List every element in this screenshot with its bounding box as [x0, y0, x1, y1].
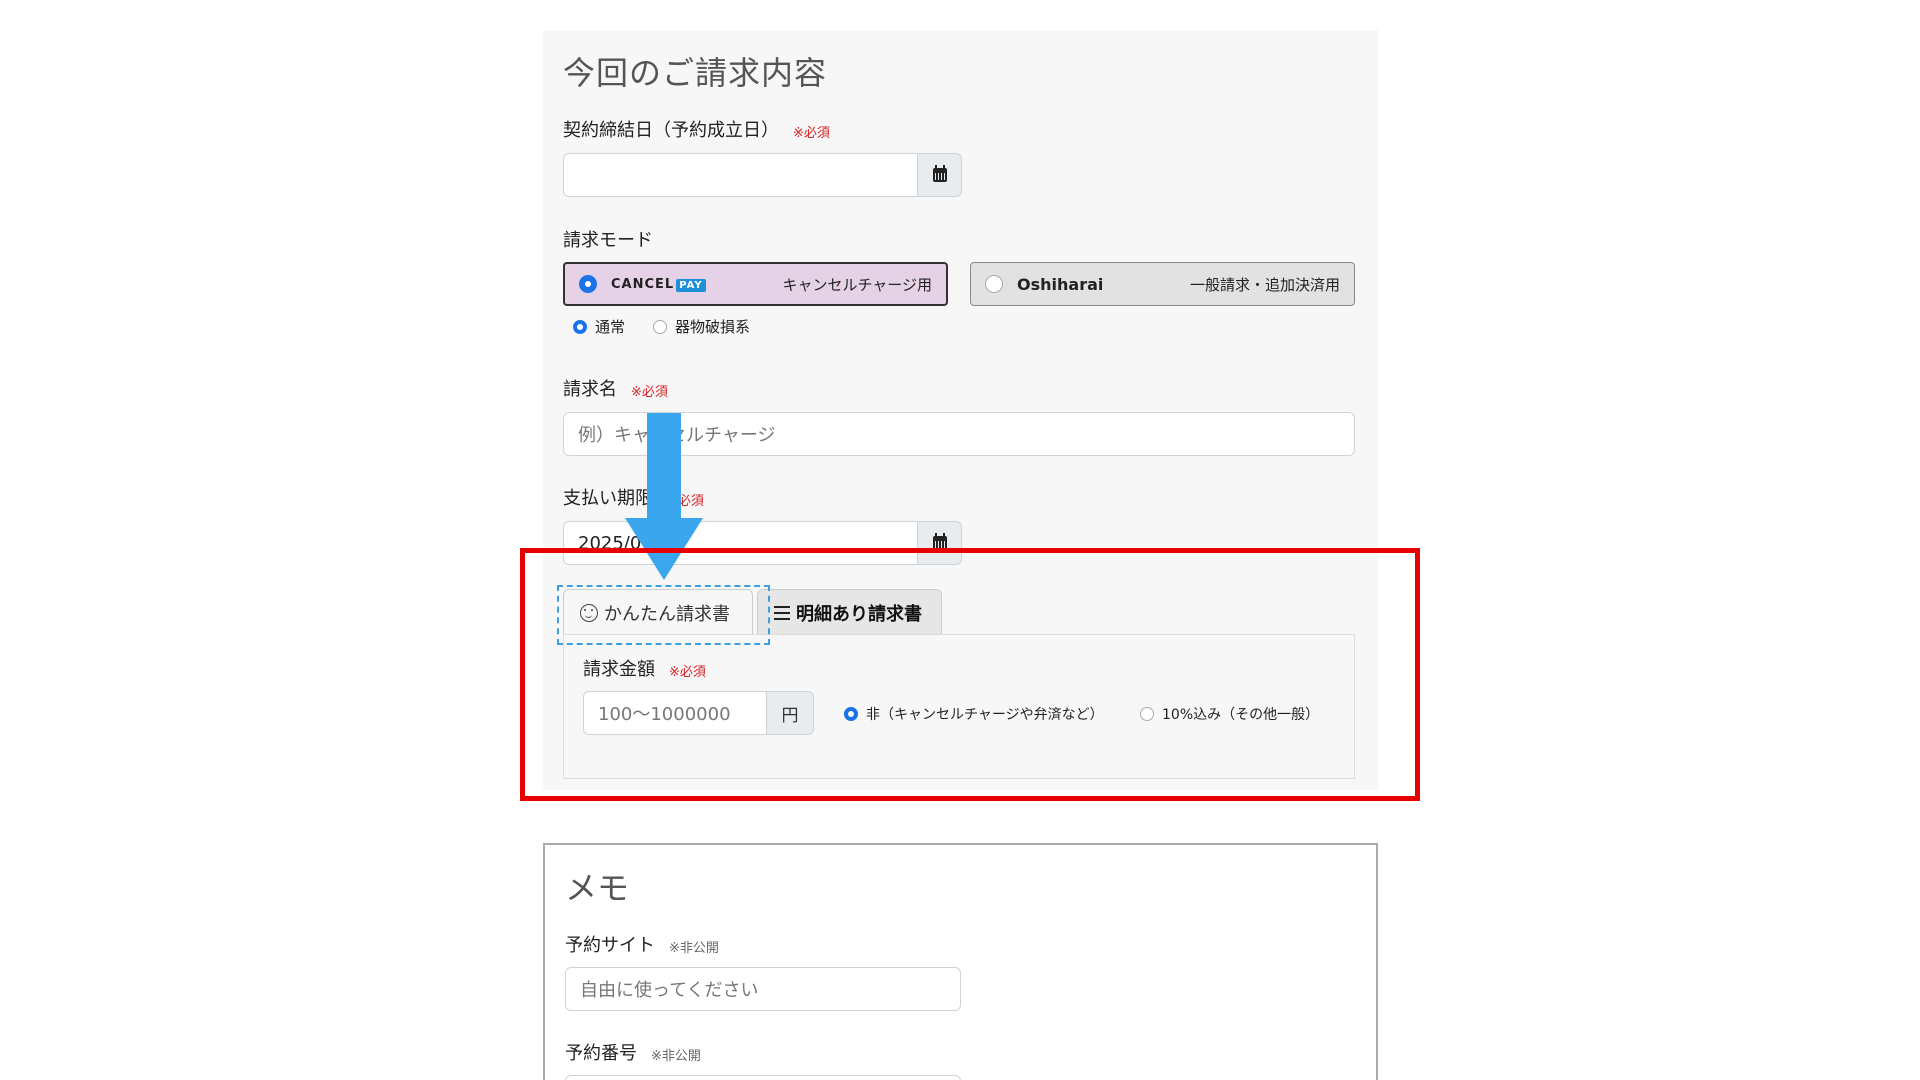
- memo-title: メモ: [565, 869, 630, 907]
- radio-unselected-icon: [653, 319, 667, 334]
- highlight-box: [520, 548, 1420, 801]
- sub-option-damage[interactable]: 器物破損系: [653, 316, 750, 337]
- sub-option-damage-label: 器物破損系: [675, 318, 751, 336]
- radio-selected-icon: [579, 275, 597, 293]
- contract-date-input[interactable]: [563, 153, 918, 197]
- booking-site-label-text: 予約サイト: [565, 935, 655, 956]
- booking-site-label: 予約サイト ※非公開: [565, 931, 719, 957]
- private-badge: ※非公開: [651, 1048, 701, 1064]
- billing-name-label-text: 請求名: [563, 379, 617, 400]
- radio-unselected-icon: [985, 275, 1003, 293]
- billing-title: 今回のご請求内容: [563, 54, 828, 92]
- contract-date-label: 契約締結日（予約成立日） ※必須: [563, 116, 830, 142]
- page: 今回のご請求内容 契約締結日（予約成立日） ※必須 請求モード CANCEL PAY…: [0, 0, 1920, 1080]
- oshiharai-logo: Oshiharai: [1017, 274, 1104, 294]
- due-date-label: 支払い期限 ※必須: [563, 484, 704, 510]
- contract-date-label-text: 契約締結日（予約成立日）: [563, 120, 779, 141]
- required-badge: ※必須: [631, 384, 668, 400]
- memo-section: メモ 予約サイト ※非公開 自由に使ってください 予約番号 ※非公開: [543, 843, 1378, 1080]
- cancelpay-logo-text: CANCEL: [611, 276, 675, 292]
- arrow-shaft: [647, 413, 681, 523]
- cancelpay-logo: CANCEL PAY: [611, 277, 706, 292]
- calendar-icon: [932, 165, 947, 182]
- calendar-button[interactable]: [917, 153, 962, 197]
- sub-option-normal[interactable]: 通常: [573, 316, 625, 337]
- mode-oshiharai-option[interactable]: Oshiharai 一般請求・追加決済用: [970, 262, 1355, 306]
- radio-selected-icon: [573, 319, 587, 334]
- mode-cancelpay-option[interactable]: CANCEL PAY キャンセルチャージ用: [563, 262, 948, 306]
- required-badge: ※必須: [793, 125, 830, 141]
- mode-cancelpay-desc: キャンセルチャージ用: [782, 275, 932, 294]
- booking-site-input[interactable]: 自由に使ってください: [565, 967, 961, 1011]
- booking-number-input[interactable]: [565, 1075, 961, 1080]
- private-badge: ※非公開: [669, 940, 719, 956]
- cancelpay-logo-badge: PAY: [676, 278, 706, 292]
- sub-option-normal-label: 通常: [595, 318, 626, 336]
- booking-number-label-text: 予約番号: [565, 1043, 637, 1064]
- mode-oshiharai-desc: 一般請求・追加決済用: [1189, 275, 1340, 294]
- billing-name-input[interactable]: 例）キャンセルチャージ: [563, 412, 1355, 456]
- booking-number-label: 予約番号 ※非公開: [565, 1039, 701, 1065]
- billing-name-label: 請求名 ※必須: [563, 375, 668, 401]
- due-date-label-text: 支払い期限: [563, 488, 653, 509]
- mode-label: 請求モード: [563, 230, 653, 251]
